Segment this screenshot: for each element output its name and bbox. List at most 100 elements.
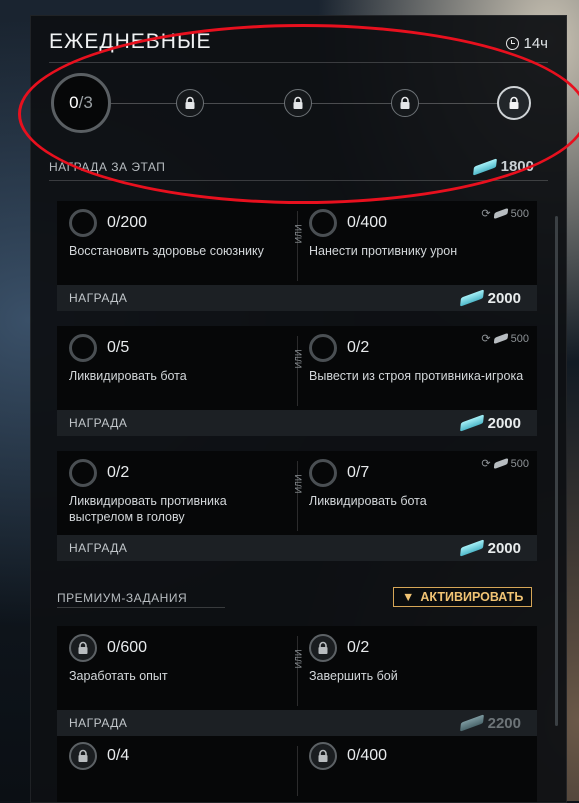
or-label: ИЛИ (293, 224, 304, 244)
premium-section-label: ПРЕМИУМ-ЗАДАНИЯ (57, 591, 188, 605)
task-description: Завершить бой (309, 669, 398, 683)
reward-label: НАГРАДА (69, 291, 128, 305)
chevron-down-icon: ▼ (402, 590, 415, 604)
gem-icon (472, 157, 497, 176)
progress-ring (69, 334, 97, 362)
swap-icon: ⟳ (481, 333, 491, 345)
task-option-left[interactable]: 0/200 Восстановить здоровье союзнику (69, 209, 289, 259)
gem-icon (493, 207, 508, 220)
stage-3-lock (391, 89, 419, 117)
progress-ring (69, 459, 97, 487)
swap-task-button[interactable]: ⟳ 500 (481, 457, 529, 471)
reward-value: 2000 (459, 289, 521, 307)
reward-value: 2000 (459, 414, 521, 432)
gem-icon (459, 414, 484, 432)
task-description: Ликвидировать бота (309, 494, 427, 508)
option-divider (297, 461, 298, 531)
reward-value: 2000 (459, 539, 521, 557)
option-divider (297, 211, 298, 281)
task-option-left[interactable]: 0/5 Ликвидировать бота (69, 334, 289, 384)
task-option-right: 0/2 Завершить бой (309, 634, 529, 684)
swap-icon: ⟳ (481, 458, 491, 470)
stage-current: 0/3 (51, 73, 111, 133)
card-reward-bar: НАГРАДА 2000 (57, 535, 537, 561)
task-option-left: 0/4 (69, 742, 289, 770)
option-divider (297, 746, 298, 796)
reward-label: НАГРАДА (69, 716, 128, 730)
card-reward-bar: НАГРАДА 2000 (57, 285, 537, 311)
clock-icon (505, 37, 519, 50)
reward-label: НАГРАДА (69, 416, 128, 430)
task-count: 0/2 (347, 639, 370, 656)
premium-task-card: 0/600 Заработать опыт ИЛИ 0/2 Завершить … (57, 626, 537, 736)
panel-title: ЕЖЕДНЕВНЫЕ (49, 30, 212, 53)
stage-reward-divider (49, 180, 548, 181)
card-reward-bar: НАГРАДА 2000 (57, 410, 537, 436)
locked-ring (309, 634, 337, 662)
progress-ring (309, 209, 337, 237)
timer: 14ч (505, 35, 549, 52)
reward-label: НАГРАДА (69, 541, 128, 555)
task-count: 0/2 (347, 339, 370, 356)
stage-1-lock (176, 89, 204, 117)
progress-ring (69, 209, 97, 237)
swap-task-button[interactable]: ⟳ 500 (481, 332, 529, 346)
or-label: ИЛИ (293, 349, 304, 369)
lock-icon (318, 749, 328, 762)
task-count: 0/600 (107, 639, 148, 656)
task-count: 0/5 (107, 339, 130, 356)
task-description: Ликвидировать бота (69, 369, 187, 383)
lock-icon (78, 749, 88, 762)
stage-final-lock[interactable] (497, 86, 531, 120)
option-divider (297, 336, 298, 406)
timer-value: 14ч (523, 35, 549, 52)
task-description: Ликвидировать противника выстрелом в гол… (69, 494, 227, 524)
lock-icon (78, 641, 88, 654)
lock-icon (509, 96, 519, 109)
premium-task-card: 0/4 0/400 (57, 736, 537, 802)
task-description: Заработать опыт (69, 669, 168, 683)
task-count: 0/4 (107, 747, 130, 764)
card-reward-bar: НАГРАДА 2200 (57, 710, 537, 736)
locked-ring (69, 634, 97, 662)
lock-icon (185, 96, 195, 109)
option-divider (297, 636, 298, 706)
locked-ring (69, 742, 97, 770)
activate-premium-button[interactable]: ▼ АКТИВИРОВАТЬ (393, 587, 533, 607)
header-divider (49, 62, 548, 63)
lock-icon (293, 96, 303, 109)
locked-ring (309, 742, 337, 770)
task-option-left: 0/600 Заработать опыт (69, 634, 289, 684)
progress-ring (309, 459, 337, 487)
task-card: 0/5 Ликвидировать бота ИЛИ 0/2 Вывести и… (57, 326, 537, 436)
or-label: ИЛИ (293, 474, 304, 494)
gem-icon (459, 289, 484, 307)
scrollbar[interactable] (555, 216, 558, 726)
task-count: 0/400 (347, 747, 388, 764)
progress-ring (309, 334, 337, 362)
task-description: Вывести из строя противника-игрока (309, 369, 524, 383)
or-label: ИЛИ (293, 649, 304, 669)
task-description: Нанести противнику урон (309, 244, 458, 258)
swap-task-button[interactable]: ⟳ 500 (481, 207, 529, 221)
stage-reward-label: НАГРАДА ЗА ЭТАП (49, 160, 166, 174)
swap-icon: ⟳ (481, 208, 491, 220)
premium-divider (57, 607, 225, 608)
task-count: 0/7 (347, 464, 370, 481)
reward-value: 2200 (459, 714, 521, 732)
task-option-left[interactable]: 0/2 Ликвидировать противника выстрелом в… (69, 459, 289, 525)
daily-tasks-panel: ЕЖЕДНЕВНЫЕ 14ч 0/3 НАГРАДА ЗА ЭТАП 1800 … (30, 15, 567, 803)
lock-icon (318, 641, 328, 654)
task-count: 0/2 (107, 464, 130, 481)
task-option-right: 0/400 (309, 742, 529, 770)
gem-icon (493, 457, 508, 470)
gem-icon (493, 332, 508, 345)
task-count: 0/200 (107, 214, 148, 231)
task-count: 0/400 (347, 214, 388, 231)
gem-icon (459, 539, 484, 557)
task-card: 0/200 Восстановить здоровье союзнику ИЛИ… (57, 201, 537, 311)
task-description: Восстановить здоровье союзнику (69, 244, 264, 258)
gem-icon (459, 714, 484, 732)
lock-icon (400, 96, 410, 109)
task-card: 0/2 Ликвидировать противника выстрелом в… (57, 451, 537, 561)
